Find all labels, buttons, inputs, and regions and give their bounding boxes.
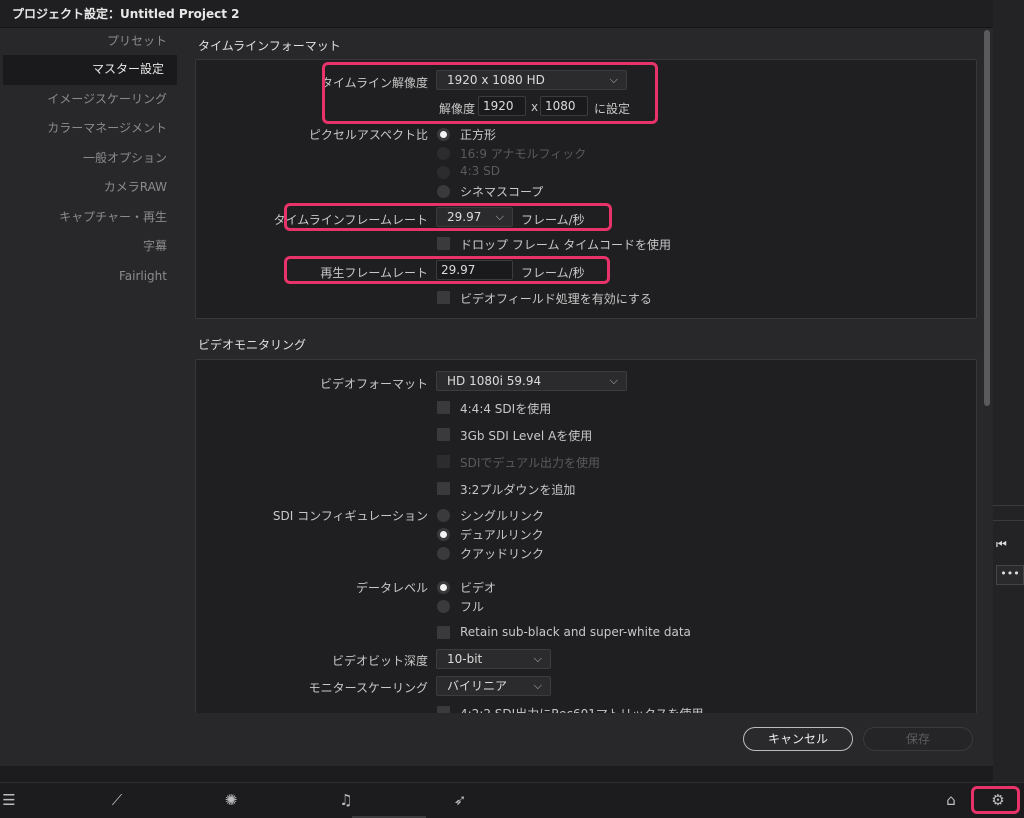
section-title-video-monitoring: ビデオモニタリング [198, 338, 307, 352]
pixel-aspect-square-radio[interactable] [437, 128, 450, 141]
bit-depth-select[interactable]: 10-bit ⌵ [436, 649, 551, 669]
bit-depth-label: ビデオビット深度 [331, 654, 428, 668]
settings-content: タイムラインフォーマット タイムライン解像度 1920 x 1080 HD ⌵ … [185, 28, 980, 713]
dialog-title: プロジェクト設定：Untitled Project 2 [0, 0, 993, 28]
sdi3g-label: 3Gb SDI Level Aを使用 [460, 429, 593, 443]
timeline-framerate-label: タイムラインフレームレート [273, 213, 428, 227]
field-processing-label: ビデオフィールド処理を有効にする [460, 292, 652, 306]
pixel-aspect-43sd-radio[interactable] [437, 166, 450, 179]
settings-icon[interactable]: ⚙ [989, 791, 1007, 809]
timeline-resolution-select[interactable]: 1920 x 1080 HD ⌵ [436, 70, 627, 90]
cancel-button[interactable]: キャンセル [743, 727, 853, 751]
monitor-scaling-select[interactable]: バイリニア ⌵ [436, 676, 551, 696]
sdi-single-link-radio[interactable] [437, 509, 450, 522]
fairlight-icon[interactable]: ♫ [337, 791, 355, 809]
pixel-aspect-anamorphic-label: 16:9 アナモルフィック [460, 147, 587, 161]
pulldown-checkbox[interactable] [437, 482, 450, 495]
sidebar-item-master-settings[interactable]: マスター設定 [3, 55, 177, 85]
sdi-single-link-label: シングルリンク [460, 509, 545, 523]
sdi-dual-label: SDIでデュアル出力を使用 [460, 456, 601, 470]
data-level-video-radio[interactable] [437, 581, 450, 594]
pixel-aspect-cinemascope-radio[interactable] [437, 185, 450, 198]
sdi444-label: 4:4:4 SDIを使用 [460, 402, 552, 416]
chevron-down-icon: ⌵ [533, 652, 542, 665]
retain-label: Retain sub-black and super-white data [460, 625, 691, 639]
dropframe-checkbox[interactable] [437, 237, 450, 250]
skip-back-icon[interactable]: ⏮ [996, 537, 1008, 551]
sdi444-checkbox[interactable] [437, 401, 450, 414]
dropframe-label: ドロップ フレーム タイムコードを使用 [460, 238, 672, 252]
playback-framerate-label: 再生フレームレート [320, 266, 428, 280]
home-icon[interactable]: ⌂ [942, 791, 960, 809]
data-level-video-label: ビデオ [460, 581, 497, 595]
sidebar-item-subtitles[interactable]: 字幕 [0, 232, 180, 262]
resolution-height-input[interactable]: 1080 [540, 96, 588, 116]
video-format-label: ビデオフォーマット [319, 377, 428, 391]
resolution-set-label: に設定 [594, 102, 631, 116]
resolution-width-input[interactable]: 1920 [478, 96, 526, 116]
timeline-framerate-select[interactable]: 29.97 ⌵ [436, 207, 513, 227]
video-format-select[interactable]: HD 1080i 59.94 ⌵ [436, 371, 627, 391]
color-wand-icon[interactable]: ⟋ [108, 791, 126, 809]
sdi-quad-link-label: クアッドリンク [460, 547, 545, 561]
chevron-down-icon: ⌵ [533, 679, 542, 692]
sidebar-item-general-options[interactable]: 一般オプション [0, 144, 180, 174]
data-level-label: データレベル [355, 581, 428, 595]
settings-sidebar: プリセット マスター設定 イメージスケーリング カラーマネージメント 一般オプシ… [0, 28, 180, 728]
sidebar-item-capture-playback[interactable]: キャプチャー・再生 [0, 203, 180, 233]
pulldown-label: 3:2プルダウンを追加 [460, 483, 576, 497]
data-level-full-radio[interactable] [437, 600, 450, 613]
sdi-dual-link-radio[interactable] [437, 528, 450, 541]
chevron-down-icon: ⌵ [609, 73, 618, 86]
project-settings-dialog: プロジェクト設定：Untitled Project 2 プリセット マスター設定… [0, 0, 993, 766]
rec601-checkbox[interactable] [437, 706, 450, 713]
pixel-aspect-cinemascope-label: シネマスコープ [460, 185, 544, 199]
chevron-down-icon: ⌵ [495, 210, 504, 223]
sidebar-item-color-management[interactable]: カラーマネージメント [0, 114, 180, 144]
sdi-config-label: SDI コンフィギュレーション [272, 509, 428, 523]
pixel-aspect-square-label: 正方形 [460, 128, 497, 142]
resolution-label: 解像度 [438, 102, 475, 116]
pixel-aspect-43sd-label: 4:3 SD [460, 164, 500, 178]
fusion-icon[interactable]: ✺ [222, 791, 240, 809]
data-level-full-label: フル [460, 600, 485, 614]
pixel-aspect-label: ピクセルアスペクト比 [308, 128, 428, 142]
retain-checkbox[interactable] [437, 626, 450, 639]
sidebar-item-fairlight[interactable]: Fairlight [0, 262, 180, 292]
more-options-icon[interactable]: ••• [996, 565, 1024, 585]
scrollbar-thumb[interactable] [984, 30, 990, 406]
sdi-quad-link-radio[interactable] [437, 547, 450, 560]
chevron-down-icon: ⌵ [609, 374, 618, 387]
sdi-dual-checkbox[interactable] [437, 455, 450, 468]
sdi3g-checkbox[interactable] [437, 428, 450, 441]
sidebar-item-camera-raw[interactable]: カメラRAW [0, 173, 180, 203]
playback-framerate-input[interactable]: 29.97 [436, 260, 513, 280]
background-right-panel: ⏮ ••• [993, 0, 1024, 782]
playback-framerate-unit: フレーム/秒 [521, 266, 585, 280]
timeline-framerate-unit: フレーム/秒 [521, 213, 585, 227]
resolution-x-label: x [531, 100, 539, 114]
content-scrollbar[interactable] [983, 28, 991, 728]
timeline-resolution-label: タイムライン解像度 [320, 76, 428, 90]
sidebar-item-presets[interactable]: プリセット [0, 28, 180, 55]
section-title-timeline-format: タイムラインフォーマット [198, 39, 341, 53]
media-icon[interactable]: ☰ [0, 791, 18, 809]
save-button[interactable]: 保存 [863, 727, 973, 751]
pixel-aspect-anamorphic-radio[interactable] [437, 147, 450, 160]
rec601-label: 4:2:2 SDI出力にRec601マトリックスを使用 [460, 705, 704, 713]
deliver-icon[interactable]: ➶ [451, 791, 469, 809]
page-navigation-bar: ☰ ⟋ ✺ ♫ ➶ ⌂ ⚙ [0, 782, 1024, 818]
monitor-scaling-label: モニタースケーリング [308, 681, 428, 695]
field-processing-checkbox[interactable] [437, 291, 450, 304]
sidebar-item-image-scaling[interactable]: イメージスケーリング [0, 85, 180, 115]
sdi-dual-link-label: デュアルリンク [460, 528, 544, 542]
